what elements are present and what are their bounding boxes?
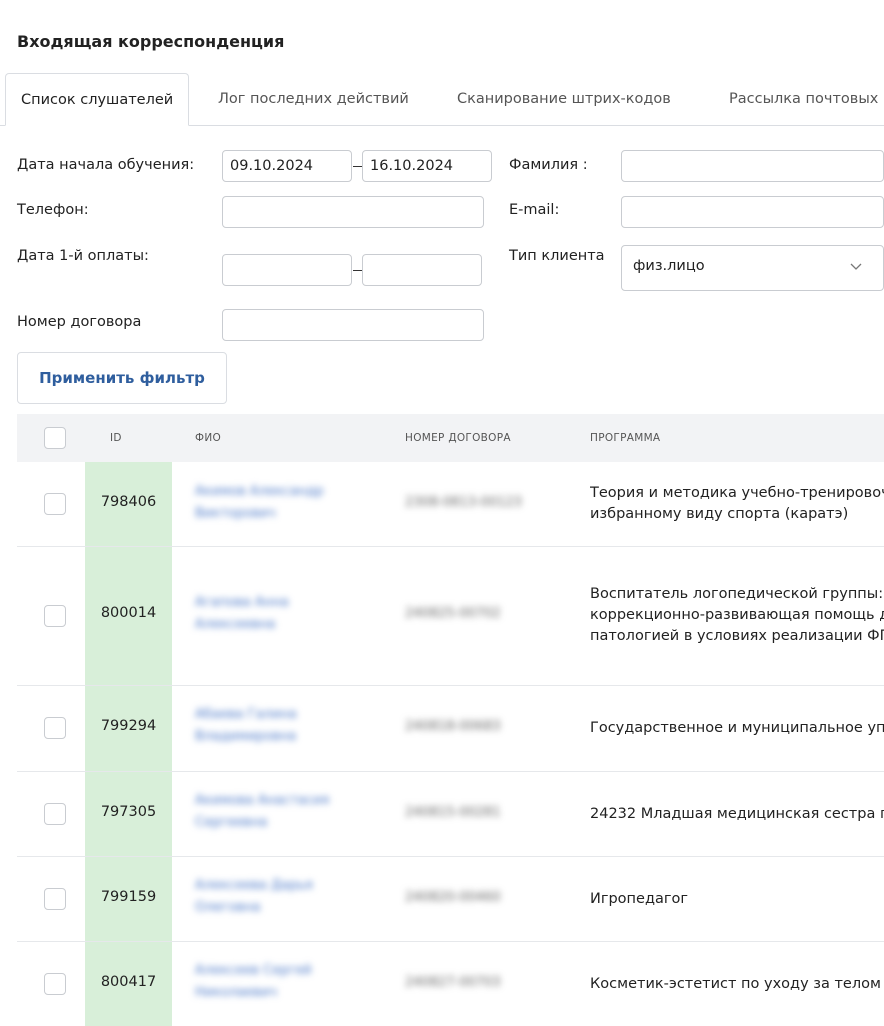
page-title: Входящая корреспонденция: [17, 32, 285, 51]
row-contract: 240827-00703: [405, 975, 501, 990]
row-program: 24232 Младшая медицинская сестра по уход…: [590, 804, 884, 825]
contract-label: Номер договора: [17, 314, 142, 330]
id-cell: 800014: [85, 547, 172, 685]
row-fio-line2[interactable]: Николаевич: [195, 985, 277, 1000]
id-cell: 800417: [85, 942, 172, 1026]
row-id: 800014: [100, 605, 157, 621]
apply-filter-button[interactable]: Применить фильтр: [17, 352, 227, 404]
tab-barcode-scan[interactable]: Сканирование штрих-кодов: [442, 73, 686, 125]
row-fio-line2[interactable]: Алексеевна: [195, 617, 275, 632]
id-cell: 799159: [85, 857, 172, 941]
row-fio-line1[interactable]: Абаева Галина: [195, 707, 297, 722]
column-header-program[interactable]: ПРОГРАММА: [590, 432, 660, 444]
program-line: Теория и методика учебно-тренировочного …: [590, 485, 884, 501]
column-header-id[interactable]: ID: [110, 432, 122, 444]
row-contract: 2308-0813-00123: [405, 495, 522, 510]
table-row[interactable]: 800417 Алексеев Сергей Николаевич 240827…: [17, 942, 884, 1026]
date-range-dash: [353, 166, 362, 167]
row-fio-line2[interactable]: Олеговна: [195, 900, 260, 915]
column-header-fio[interactable]: ФИО: [195, 432, 221, 444]
payment-range-dash: [353, 270, 362, 271]
contract-input[interactable]: [222, 309, 484, 341]
program-line: Государственное и муниципальное управлен…: [590, 720, 884, 736]
chevron-down-icon: [850, 263, 862, 270]
table-header: ID ФИО НОМЕР ДОГОВОРА ПРОГРАММА: [17, 414, 884, 462]
row-program: Воспитатель логопедической группы: корре…: [590, 584, 884, 647]
table-row[interactable]: 799294 Абаева Галина Владимировна 240818…: [17, 686, 884, 772]
row-contract: 240820-00460: [405, 890, 501, 905]
row-program: Теория и методика учебно-тренировочного …: [590, 483, 884, 525]
table-row[interactable]: 798406 Акимов Александр Викторович 2308-…: [17, 462, 884, 547]
row-contract: 240825-00702: [405, 606, 501, 621]
start-date-to-input[interactable]: [362, 150, 492, 182]
program-line: Игропедагог: [590, 891, 688, 907]
tab-students-list[interactable]: Список слушателей: [5, 73, 190, 126]
row-id: 799159: [100, 889, 157, 905]
program-line: избранному виду спорта (каратэ): [590, 506, 849, 522]
id-cell: 798406: [85, 462, 172, 546]
row-fio-line1[interactable]: Акимов Александр: [195, 484, 324, 499]
table-row[interactable]: 797305 Акимова Анастасия Сергеевна 24081…: [17, 772, 884, 857]
table-row[interactable]: 800014 Агапова Анна Алексеевна 240825-00…: [17, 547, 884, 686]
client-type-select[interactable]: физ.лицо: [621, 245, 884, 291]
row-fio-line1[interactable]: Агапова Анна: [195, 595, 289, 610]
tab-action-log[interactable]: Лог последних действий: [203, 73, 424, 125]
column-header-contract[interactable]: НОМЕР ДОГОВОРА: [405, 432, 511, 444]
client-type-label: Тип клиента: [509, 248, 605, 264]
row-program: Государственное и муниципальное управлен…: [590, 718, 884, 739]
row-contract: 240815-00281: [405, 805, 501, 820]
row-id: 799294: [100, 718, 157, 734]
select-all-checkbox[interactable]: [44, 427, 66, 449]
program-line: Воспитатель логопедической группы:: [590, 586, 884, 602]
row-checkbox[interactable]: [44, 717, 66, 739]
row-checkbox[interactable]: [44, 888, 66, 910]
row-checkbox[interactable]: [44, 493, 66, 515]
client-type-value: физ.лицо: [633, 258, 705, 274]
program-line: 24232 Младшая медицинская сестра по уход…: [590, 806, 884, 822]
start-date-from-input[interactable]: [222, 150, 352, 182]
email-input[interactable]: [621, 196, 884, 228]
phone-input[interactable]: [222, 196, 484, 228]
id-cell: 799294: [85, 686, 172, 771]
table-row[interactable]: 799159 Алексеева Дарья Олеговна 240820-0…: [17, 857, 884, 942]
row-fio-line2[interactable]: Сергеевна: [195, 815, 267, 830]
first-payment-to-input[interactable]: [362, 254, 482, 286]
id-cell: 797305: [85, 772, 172, 856]
tab-bar: Список слушателей Лог последних действий…: [0, 73, 884, 126]
lastname-label: Фамилия :: [509, 157, 588, 173]
row-id: 800417: [100, 974, 157, 990]
tab-mailing[interactable]: Рассылка почтовых: [714, 73, 884, 125]
row-contract: 240818-00683: [405, 719, 501, 734]
row-fio-line2[interactable]: Владимировна: [195, 729, 296, 744]
first-payment-label: Дата 1-й оплаты:: [17, 248, 149, 264]
row-id: 798406: [100, 494, 157, 510]
start-date-label: Дата начала обучения:: [17, 157, 195, 173]
program-line: патологией в условиях реализации ФГОС: [590, 628, 884, 644]
row-checkbox[interactable]: [44, 605, 66, 627]
row-fio-line1[interactable]: Акимова Анастасия: [195, 793, 329, 808]
row-program: Игропедагог: [590, 889, 884, 910]
lastname-input[interactable]: [621, 150, 884, 182]
program-line: коррекционно-развивающая помощь детям с …: [590, 607, 884, 623]
first-payment-from-input[interactable]: [222, 254, 352, 286]
row-fio-line2[interactable]: Викторович: [195, 506, 276, 521]
phone-label: Телефон:: [17, 202, 89, 218]
email-label: E-mail:: [509, 202, 560, 218]
row-id: 797305: [100, 804, 157, 820]
row-fio-line1[interactable]: Алексеев Сергей: [195, 963, 312, 978]
row-fio-line1[interactable]: Алексеева Дарья: [195, 878, 313, 893]
row-checkbox[interactable]: [44, 803, 66, 825]
